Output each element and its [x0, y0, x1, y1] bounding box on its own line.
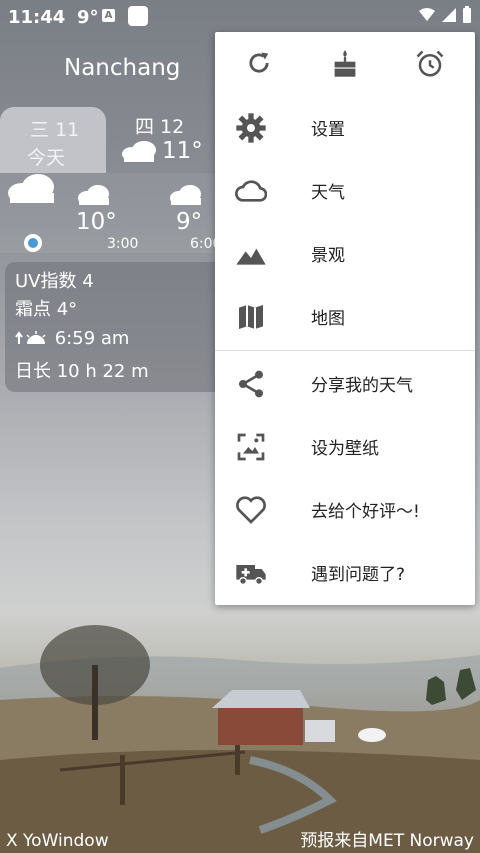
map-icon: [239, 305, 263, 329]
menu-item-label: 天气: [311, 183, 345, 203]
status-time: 11:44: [8, 7, 66, 28]
menu-item-label: 设置: [311, 120, 345, 140]
uv-index: UV指数 4: [15, 271, 94, 292]
menu-item-rate[interactable]: 去给个好评～!: [215, 478, 475, 541]
share-icon: [239, 370, 263, 398]
hour-time: 3:00: [107, 236, 139, 252]
menu-item-help[interactable]: 遇到问题了?: [215, 541, 475, 604]
day-label: 今天: [27, 147, 66, 169]
a-badge-icon: A: [102, 9, 115, 22]
forecast-source[interactable]: 预报来自MET Norway: [300, 826, 474, 851]
status-temp: 9°: [77, 7, 99, 28]
menu-toolbar: [215, 32, 475, 96]
menu-item-landscape[interactable]: 景观: [215, 222, 475, 285]
brand-label[interactable]: X YoWindow: [6, 831, 109, 851]
sunrise-time: 6:59 am: [54, 328, 130, 349]
cloud-icon: [235, 180, 267, 202]
cloud-icon: [122, 141, 156, 162]
sunrise-icon: [15, 331, 46, 344]
menu-item-label: 去给个好评～!: [311, 502, 420, 522]
menu-item-map[interactable]: 地图: [215, 285, 475, 348]
landscape-icon: [236, 248, 266, 265]
weather-info-panel[interactable]: UV指数 4 霜点 4° 6:59 am 日长 10 h 22 m: [5, 262, 225, 392]
hour-temp: 10°: [76, 209, 117, 235]
day-length: 日长 10 h 22 m: [15, 361, 149, 382]
day-next-temp: 11°: [162, 138, 203, 164]
refresh-icon[interactable]: [245, 49, 273, 77]
notification-square-icon: [128, 6, 148, 26]
wallpaper-icon: [237, 433, 265, 461]
menu-item-label: 设为壁纸: [311, 439, 379, 459]
hour-temp: 9°: [176, 209, 203, 235]
alarm-clock-icon[interactable]: [415, 49, 445, 79]
dew-point: 霜点 4°: [15, 299, 78, 320]
signal-icon: [442, 8, 456, 22]
day-tab-next[interactable]: 四 12: [135, 112, 184, 139]
menu-item-settings[interactable]: 设置: [215, 96, 475, 159]
overflow-menu: 设置 天气 景观 地图 分享我的天气 设为壁纸 去给个好评～! 遇到问题了?: [215, 32, 475, 605]
menu-item-weather[interactable]: 天气: [215, 159, 475, 222]
menu-item-share[interactable]: 分享我的天气: [215, 352, 475, 415]
status-bar: 11:44 9° A: [0, 0, 480, 34]
gear-icon: [236, 113, 266, 143]
day-tab-today[interactable]: 三 11 今天: [0, 107, 106, 173]
menu-item-label: 景观: [311, 246, 345, 266]
current-time-marker[interactable]: [24, 234, 42, 252]
cloud-icon: [8, 174, 54, 203]
menu-item-label: 分享我的天气: [311, 376, 413, 396]
city-name[interactable]: Nanchang: [64, 55, 180, 81]
wifi-icon: [419, 8, 435, 21]
cloud-icon: [78, 185, 109, 205]
ambulance-icon: [236, 565, 266, 585]
day-weekday: 三 11: [30, 119, 80, 141]
menu-divider: [215, 350, 475, 351]
cloud-icon: [170, 185, 201, 205]
menu-item-label: 地图: [311, 309, 345, 329]
sunrise-row: 6:59 am: [15, 328, 129, 349]
battery-icon: [463, 6, 471, 23]
menu-item-wallpaper[interactable]: 设为壁纸: [215, 415, 475, 478]
menu-item-label: 遇到问题了?: [311, 565, 406, 585]
heart-icon: [236, 496, 266, 524]
birthday-cake-icon[interactable]: [331, 49, 359, 79]
